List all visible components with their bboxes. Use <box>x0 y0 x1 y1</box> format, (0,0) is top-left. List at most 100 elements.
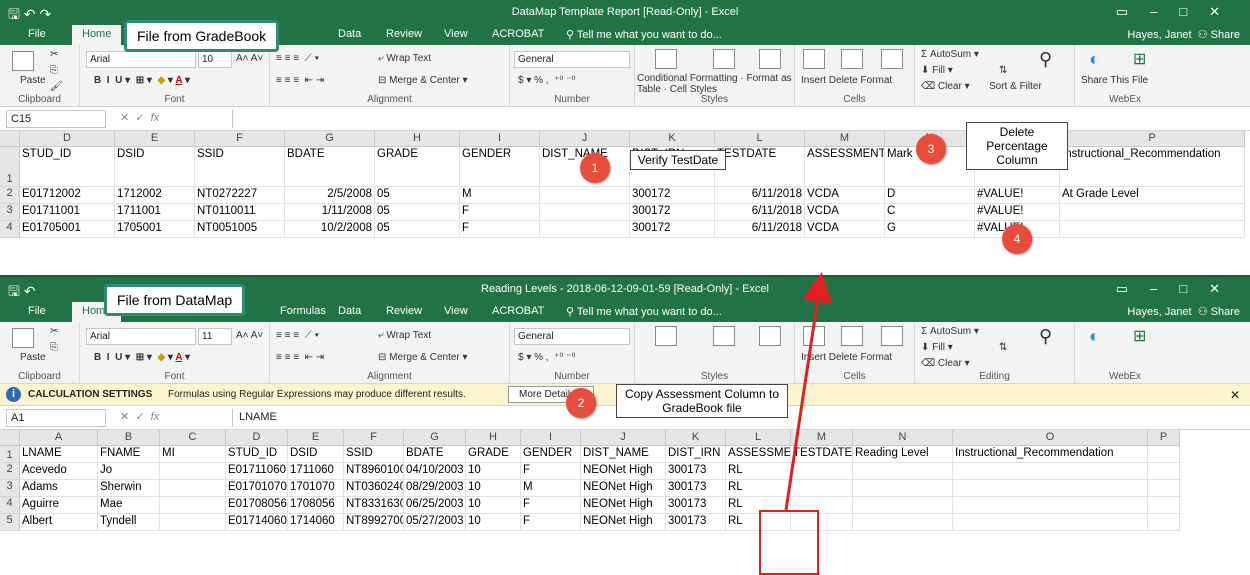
cell-F5[interactable]: NT8992700 <box>344 514 404 531</box>
webex-icon[interactable]: ⊞ <box>1133 49 1146 69</box>
cell-B3[interactable]: Sherwin <box>98 480 160 497</box>
copy-icon-bottom[interactable]: ⎘ <box>50 342 58 353</box>
column-header-K[interactable]: K <box>666 430 726 446</box>
cell-D4[interactable]: E01708056 <box>226 497 288 514</box>
cell-G5[interactable]: 05/27/2003 <box>404 514 466 531</box>
cell-K5[interactable]: 300173 <box>666 514 726 531</box>
cell-E4[interactable]: 1708056 <box>288 497 344 514</box>
conditional-formatting-icon[interactable] <box>655 49 677 69</box>
cell-A2[interactable]: Acevedo <box>20 463 98 480</box>
cell-styles-icon-bottom[interactable] <box>759 326 781 346</box>
conditional-formatting-icon-bottom[interactable] <box>655 326 677 346</box>
column-header-J[interactable]: J <box>581 430 666 446</box>
column-header-O[interactable]: O <box>953 430 1148 446</box>
fx-icon[interactable]: ✕ ✓ fx <box>120 111 159 124</box>
cell-O3[interactable] <box>953 480 1148 497</box>
column-header-A[interactable]: A <box>20 430 98 446</box>
font-name-select[interactable]: Arial <box>86 51 196 68</box>
header-cell-M[interactable]: ASSESSMENT <box>805 147 885 187</box>
cell-I3[interactable]: M <box>521 480 581 497</box>
tab-home[interactable]: Home <box>72 25 122 45</box>
sort-filter-button-bottom[interactable]: ⇅ <box>999 342 1007 353</box>
cell-C3[interactable] <box>160 480 226 497</box>
align-icons-2[interactable]: ≡ ≡ ≡ ⇤ ⇥ <box>276 75 324 86</box>
align-icons[interactable]: ≡ ≡ ≡ ⟋ ▾ <box>276 53 319 64</box>
column-header-P[interactable]: P <box>1060 131 1245 147</box>
currency-percent-icons[interactable]: $ ▾ % , ⁺⁰ ⁻⁰ <box>518 75 576 86</box>
format-cells-icon-bottom[interactable] <box>881 326 903 346</box>
window-controls[interactable]: ▭–□✕ <box>1116 4 1242 20</box>
bold-italic-underline-bottom[interactable]: B I U ▾ ⊞ ▾ ◆ ▾ A ▾ <box>94 352 190 363</box>
cell-P2[interactable] <box>1148 463 1180 480</box>
cell-D4[interactable]: E01705001 <box>20 221 115 238</box>
header-cell-H[interactable]: GRADE <box>375 147 460 187</box>
cell-L2[interactable]: RL <box>726 463 791 480</box>
column-header-B[interactable]: B <box>98 430 160 446</box>
name-box[interactable]: C15 <box>6 110 106 128</box>
tell-me-search-bottom[interactable]: ⚲ Tell me what you want to do... <box>566 305 722 318</box>
tab-acrobat-bottom[interactable]: ACROBAT <box>492 305 544 317</box>
cell-N5[interactable] <box>853 514 953 531</box>
name-box-bottom[interactable]: A1 <box>6 409 106 427</box>
cell-K4[interactable]: 300173 <box>666 497 726 514</box>
cell-J3[interactable]: NEONet High <box>581 480 666 497</box>
formula-input[interactable] <box>232 110 1232 128</box>
cell-F3[interactable]: NT0360240 <box>344 480 404 497</box>
clear-button-bottom[interactable]: ⌫ Clear ▾ <box>921 358 970 369</box>
cell-L4[interactable]: 6/11/2018 <box>715 221 805 238</box>
column-header-K[interactable]: K <box>630 131 715 147</box>
cell-O5[interactable] <box>953 514 1148 531</box>
cell-J3[interactable] <box>540 204 630 221</box>
grow-font-icon[interactable]: A˄ A˅ <box>236 53 263 64</box>
header-cell-A[interactable]: LNAME <box>20 446 98 463</box>
column-header-E[interactable]: E <box>288 430 344 446</box>
user-account[interactable]: Hayes, Janet ⚇ Share <box>1127 28 1240 41</box>
delete-cells-icon[interactable] <box>841 49 863 69</box>
cell-L2[interactable]: 6/11/2018 <box>715 187 805 204</box>
cell-H3[interactable]: 10 <box>466 480 521 497</box>
user-account-bottom[interactable]: Hayes, Janet ⚇ Share <box>1127 305 1240 318</box>
fill-button-bottom[interactable]: ⬇ Fill ▾ <box>921 342 953 353</box>
column-header-H[interactable]: H <box>466 430 521 446</box>
cell-G2[interactable]: 04/10/2003 <box>404 463 466 480</box>
header-cell-P[interactable] <box>1148 446 1180 463</box>
header-cell-D[interactable]: STUD_ID <box>20 147 115 187</box>
paste-icon-bottom[interactable] <box>12 328 34 348</box>
autosum-button[interactable]: Σ AutoSum ▾ <box>921 49 979 60</box>
cell-F3[interactable]: NT0110011 <box>195 204 285 221</box>
header-cell-B[interactable]: FNAME <box>98 446 160 463</box>
cell-J4[interactable] <box>540 221 630 238</box>
header-cell-N[interactable]: Reading Level <box>853 446 953 463</box>
cell-N3[interactable] <box>853 480 953 497</box>
header-cell-G[interactable]: BDATE <box>285 147 375 187</box>
currency-percent-icons-bottom[interactable]: $ ▾ % , ⁺⁰ ⁻⁰ <box>518 352 576 363</box>
cell-N2[interactable] <box>853 463 953 480</box>
share-file-icon-bottom[interactable]: ◐ <box>1089 326 1100 347</box>
cell-K2[interactable]: 300172 <box>630 187 715 204</box>
cell-styles-icon[interactable] <box>759 49 781 69</box>
cell-E3[interactable]: 1711001 <box>115 204 195 221</box>
cell-I2[interactable]: M <box>460 187 540 204</box>
cell-N2[interactable]: D <box>885 187 975 204</box>
cell-B5[interactable]: Tyndell <box>98 514 160 531</box>
cell-M2[interactable] <box>791 463 853 480</box>
cell-G3[interactable]: 1/11/2008 <box>285 204 375 221</box>
column-header-M[interactable]: M <box>791 430 853 446</box>
fx-icon-bottom[interactable]: ✕ ✓ fx <box>120 410 159 423</box>
cell-O2[interactable] <box>953 463 1148 480</box>
find-select-icon[interactable]: ⚲ <box>1039 49 1052 70</box>
tab-review[interactable]: Review <box>386 28 422 40</box>
select-all-corner[interactable] <box>0 131 20 147</box>
header-cell-F[interactable]: SSID <box>195 147 285 187</box>
delete-cells-icon-bottom[interactable] <box>841 326 863 346</box>
column-header-C[interactable]: C <box>160 430 226 446</box>
cell-P4[interactable] <box>1148 497 1180 514</box>
header-cell-D[interactable]: STUD_ID <box>226 446 288 463</box>
row-header-3[interactable]: 3 <box>0 480 20 497</box>
cell-H3[interactable]: 05 <box>375 204 460 221</box>
tab-file-bottom[interactable]: File <box>28 305 46 317</box>
cell-A3[interactable]: Adams <box>20 480 98 497</box>
cell-K2[interactable]: 300173 <box>666 463 726 480</box>
column-header-H[interactable]: H <box>375 131 460 147</box>
align-icons-bottom[interactable]: ≡ ≡ ≡ ⟋ ▾ <box>276 330 319 341</box>
